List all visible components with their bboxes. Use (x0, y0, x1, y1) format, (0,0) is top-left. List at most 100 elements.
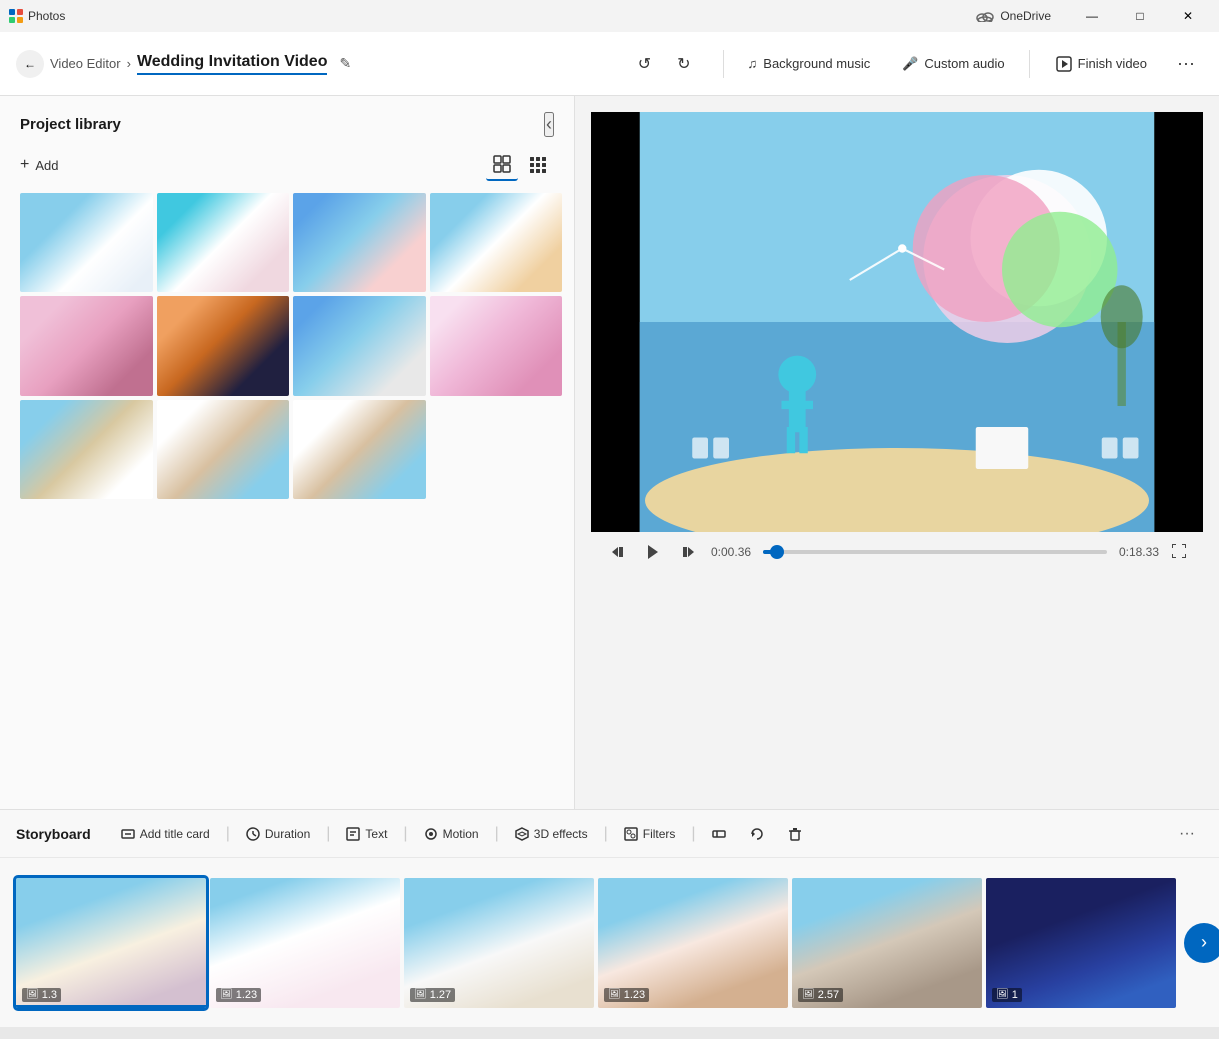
progress-track[interactable] (763, 550, 1107, 554)
photo-thumbnail[interactable] (157, 193, 290, 292)
photo-grid (20, 193, 562, 499)
duration-button[interactable]: Duration (236, 822, 320, 846)
finish-video-label: Finish video (1078, 56, 1147, 71)
toolbar-more-button[interactable]: ··· (1169, 49, 1203, 78)
play-button[interactable] (641, 542, 665, 562)
text-icon (346, 827, 360, 841)
page-title: Wedding Invitation Video (137, 53, 328, 75)
clip-duration-label: 🖼1 (992, 988, 1022, 1002)
undo-icon: ↺ (638, 54, 651, 74)
photo-thumbnail[interactable] (20, 400, 153, 499)
maximize-button[interactable]: □ (1117, 0, 1163, 32)
photo-grid-container[interactable] (0, 193, 574, 809)
photos-app-icon (8, 8, 24, 24)
photo-thumbnail[interactable] (157, 400, 290, 499)
library-title: Project library (20, 116, 121, 133)
onedrive-icon (976, 10, 994, 22)
title-bar: Photos OneDrive — □ ✕ (0, 0, 1219, 32)
add-title-card-button[interactable]: Add title card (111, 822, 220, 846)
library-header: Project library ‹ (0, 96, 574, 149)
back-icon: ← (24, 57, 36, 71)
finish-video-button[interactable]: Finish video (1042, 50, 1161, 78)
fullscreen-button[interactable] (1171, 543, 1187, 562)
library-toolbar: + Add (0, 149, 574, 193)
background-music-button[interactable]: ♫ Background music (736, 50, 883, 77)
library-collapse-button[interactable]: ‹ (544, 112, 554, 137)
trim-button[interactable] (702, 822, 736, 846)
storyboard-clip[interactable]: 🖼1.3 (16, 878, 206, 1008)
video-preview-inner (591, 112, 1203, 532)
custom-audio-label: Custom audio (924, 56, 1004, 71)
sep3: | (403, 825, 407, 843)
storyboard-clip[interactable]: 🖼1 (986, 878, 1176, 1008)
video-preview (591, 112, 1203, 532)
clip-duration-label: 🖼1.23 (216, 988, 261, 1002)
fast-forward-icon (681, 545, 695, 559)
delete-button[interactable] (778, 822, 812, 846)
right-panel: 0:00.36 0:18.33 (575, 96, 1219, 809)
close-button[interactable]: ✕ (1165, 0, 1211, 32)
photo-thumbnail[interactable] (293, 400, 426, 499)
effects-icon (515, 827, 529, 841)
horizontal-scrollbar[interactable] (0, 1027, 1219, 1039)
photo-thumbnail[interactable] (20, 193, 153, 292)
custom-audio-button[interactable]: 🎤 Custom audio (890, 50, 1016, 78)
view-toggle-group (486, 149, 554, 181)
storyboard-title: Storyboard (16, 826, 91, 842)
sep2: | (326, 825, 330, 843)
storyboard-more-button[interactable]: ··· (1171, 821, 1203, 847)
storyboard-clips[interactable]: 🖼1.3 🖼1.23 🖼1.27 🖼1.23 🖼2.57 🖼1 › (0, 858, 1219, 1027)
storyboard-header: Storyboard Add title card | Duration | (0, 810, 1219, 858)
motion-button[interactable]: Motion (414, 822, 489, 846)
replay-button[interactable] (740, 822, 774, 846)
storyboard-clip[interactable]: 🖼1.27 (404, 878, 594, 1008)
breadcrumb-separator: › (127, 56, 131, 71)
photo-thumbnail[interactable] (157, 296, 290, 395)
clip-duration-label: 🖼1.23 (604, 988, 649, 1002)
add-title-card-icon (121, 827, 135, 841)
title-bar-controls[interactable]: OneDrive — □ ✕ (976, 0, 1211, 32)
photo-thumbnail[interactable] (20, 296, 153, 395)
storyboard-clip[interactable]: 🖼2.57 (792, 878, 982, 1008)
breadcrumb-parent[interactable]: Video Editor (50, 56, 121, 71)
edit-title-icon[interactable]: ✎ (339, 55, 351, 72)
toolbar: ← Video Editor › Wedding Invitation Vide… (0, 32, 1219, 96)
fast-forward-button[interactable] (677, 543, 699, 561)
photo-thumbnail[interactable] (430, 296, 563, 395)
clip-progress-bar (16, 1005, 206, 1008)
minimize-button[interactable]: — (1069, 0, 1115, 32)
project-library-panel: Project library ‹ + Add (0, 96, 575, 809)
photo-thumbnail[interactable] (293, 193, 426, 292)
title-bar-left: Photos (8, 8, 65, 24)
storyboard-clip[interactable]: 🖼1.23 (210, 878, 400, 1008)
duration-icon (246, 827, 260, 841)
next-clip-button[interactable]: › (1184, 923, 1219, 963)
rewind-button[interactable] (607, 543, 629, 561)
app-title: Photos (28, 9, 65, 23)
text-button[interactable]: Text (336, 822, 397, 846)
filters-button[interactable]: Filters (614, 822, 686, 846)
add-icon: + (20, 156, 29, 174)
progress-bar-container[interactable] (763, 550, 1107, 554)
onedrive-label: OneDrive (1000, 9, 1051, 23)
nav-breadcrumb: ← Video Editor › Wedding Invitation Vide… (16, 50, 351, 78)
small-grid-icon (529, 156, 547, 174)
filters-icon (624, 827, 638, 841)
duration-label: Duration (265, 827, 310, 841)
view-large-button[interactable] (486, 149, 518, 181)
photo-thumbnail[interactable] (293, 296, 426, 395)
add-media-button[interactable]: + Add (20, 156, 58, 174)
photo-thumbnail[interactable] (430, 193, 563, 292)
redo-button[interactable]: ↻ (665, 48, 702, 80)
back-button[interactable]: ← (16, 50, 44, 78)
current-time: 0:00.36 (711, 545, 751, 559)
storyboard-clip[interactable]: 🖼1.23 (598, 878, 788, 1008)
video-controls: 0:00.36 0:18.33 (591, 532, 1203, 572)
progress-thumb[interactable] (770, 545, 784, 559)
custom-audio-icon: 🎤 (902, 56, 918, 72)
view-small-button[interactable] (522, 149, 554, 181)
undo-button[interactable]: ↺ (626, 48, 663, 80)
video-frame (591, 112, 1203, 532)
3d-effects-button[interactable]: 3D effects (505, 822, 598, 846)
motion-icon (424, 827, 438, 841)
